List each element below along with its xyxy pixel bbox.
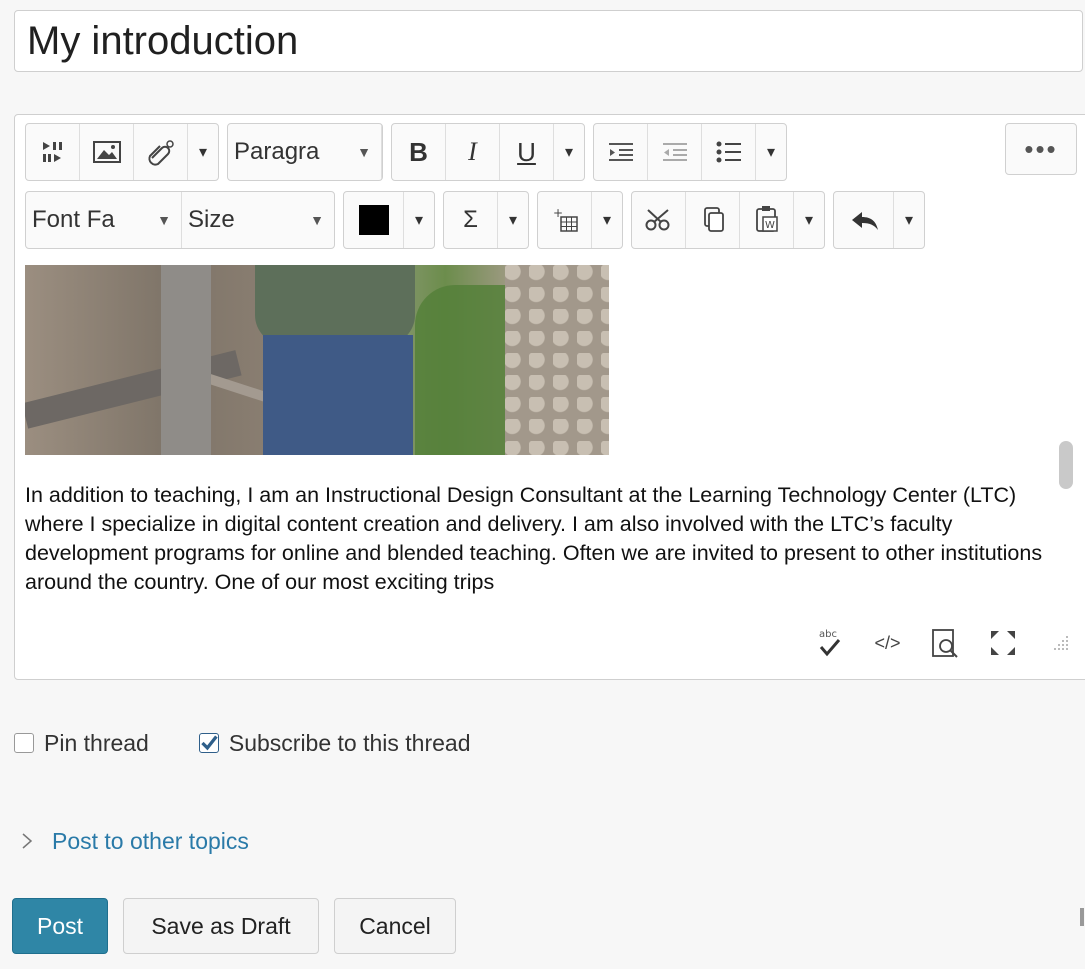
italic-button[interactable]: I [446,124,500,180]
chevron-down-icon: ▼ [310,212,324,228]
history-dropdown-caret-icon[interactable]: ▾ [894,192,924,248]
paragraph-format-select[interactable]: Paragra ▼ [228,124,382,180]
preview-icon[interactable] [930,627,960,659]
more-options-button[interactable]: ••• [1005,123,1077,175]
source-code-icon[interactable]: </> [873,627,902,659]
checkmark-icon [201,735,218,751]
scrollbar-thumb[interactable] [1059,441,1073,489]
content-paragraph[interactable]: In addition to teaching, I am an Instruc… [25,481,1055,597]
spellcheck-icon[interactable]: abc [815,627,845,659]
paragraph-format-value: Paragra [234,138,320,165]
font-group: Font Fa ▼ Size ▼ [25,191,335,249]
post-to-other-topics-toggle[interactable]: Post to other topics [18,824,249,858]
outdent-icon[interactable] [648,124,702,180]
undo-icon[interactable] [834,192,894,248]
spellcheck-label: abc [819,629,837,640]
table-group: + ▾ [537,191,623,249]
list-dropdown-caret-icon[interactable]: ▾ [756,124,786,180]
chevron-right-icon [22,833,33,849]
attachment-icon[interactable] [134,124,188,180]
cancel-button[interactable]: Cancel [334,898,456,954]
bulleted-list-icon[interactable] [702,124,756,180]
subscribe-label: Subscribe to this thread [228,729,471,756]
toolbar-row-1: ▾ Paragra ▼ B I U ▾ ▾ [25,123,795,181]
insert-image-icon[interactable] [80,124,134,180]
resize-grip-icon[interactable] [1046,627,1075,659]
equation-dropdown-caret-icon[interactable]: ▾ [498,192,528,248]
editor-statusbar: abc </> [815,623,1075,663]
rich-text-editor[interactable]: ▾ Paragra ▼ B I U ▾ ▾ ••• Font Fa ▼ Size… [14,114,1085,680]
font-family-select[interactable]: Font Fa ▼ [26,192,182,248]
content-photo [25,265,609,455]
edge-divider [1080,908,1084,926]
svg-text:W: W [765,220,775,231]
copy-icon[interactable] [686,192,740,248]
equation-group: Σ ▾ [443,191,529,249]
insert-dropdown-caret-icon[interactable]: ▾ [188,124,218,180]
list-group: ▾ [593,123,787,181]
subscribe-option[interactable]: Subscribe to this thread [198,729,471,757]
pin-thread-label: Pin thread [44,729,149,756]
thread-options: Pin thread Subscribe to this thread [14,726,521,760]
history-group: ▾ [833,191,925,249]
text-color-button[interactable] [344,192,404,248]
chevron-down-icon: ▼ [157,212,171,228]
text-style-group: B I U ▾ [391,123,585,181]
paste-word-icon[interactable]: W [740,192,794,248]
title-input[interactable] [14,10,1083,72]
pin-thread-option[interactable]: Pin thread [14,730,149,757]
font-size-value: Size [188,206,235,233]
table-dropdown-caret-icon[interactable]: ▾ [592,192,622,248]
font-size-select[interactable]: Size ▼ [182,192,334,248]
save-as-draft-button[interactable]: Save as Draft [123,898,319,954]
insert-table-icon[interactable]: + [538,192,592,248]
editor-content[interactable]: In addition to teaching, I am an Instruc… [25,265,1055,601]
cut-icon[interactable] [632,192,686,248]
color-dropdown-caret-icon[interactable]: ▾ [404,192,434,248]
indent-icon[interactable] [594,124,648,180]
color-group: ▾ [343,191,435,249]
insert-group: ▾ [25,123,219,181]
post-button[interactable]: Post [12,898,108,954]
form-actions: Post Save as Draft Cancel [12,898,456,954]
underline-button[interactable]: U [500,124,554,180]
text-style-dropdown-caret-icon[interactable]: ▾ [554,124,584,180]
fullscreen-icon[interactable] [988,627,1018,659]
format-group: Paragra ▼ [227,123,383,181]
font-family-value: Font Fa [32,206,115,233]
clipboard-dropdown-caret-icon[interactable]: ▾ [794,192,824,248]
bold-button[interactable]: B [392,124,446,180]
clipboard-group: W ▾ [631,191,825,249]
editor-scrollbar[interactable] [1057,265,1077,601]
color-swatch [358,205,389,235]
post-to-other-topics-link[interactable]: Post to other topics [52,828,249,855]
toolbar-row-2: Font Fa ▼ Size ▼ ▾ Σ ▾ + ▾ W ▾ ▾ [25,191,933,249]
chevron-down-icon: ▼ [357,144,371,160]
subscribe-checkbox[interactable] [198,733,219,753]
pin-thread-checkbox[interactable] [14,733,34,753]
media-player-icon[interactable] [26,124,80,180]
equation-button[interactable]: Σ [444,192,498,248]
